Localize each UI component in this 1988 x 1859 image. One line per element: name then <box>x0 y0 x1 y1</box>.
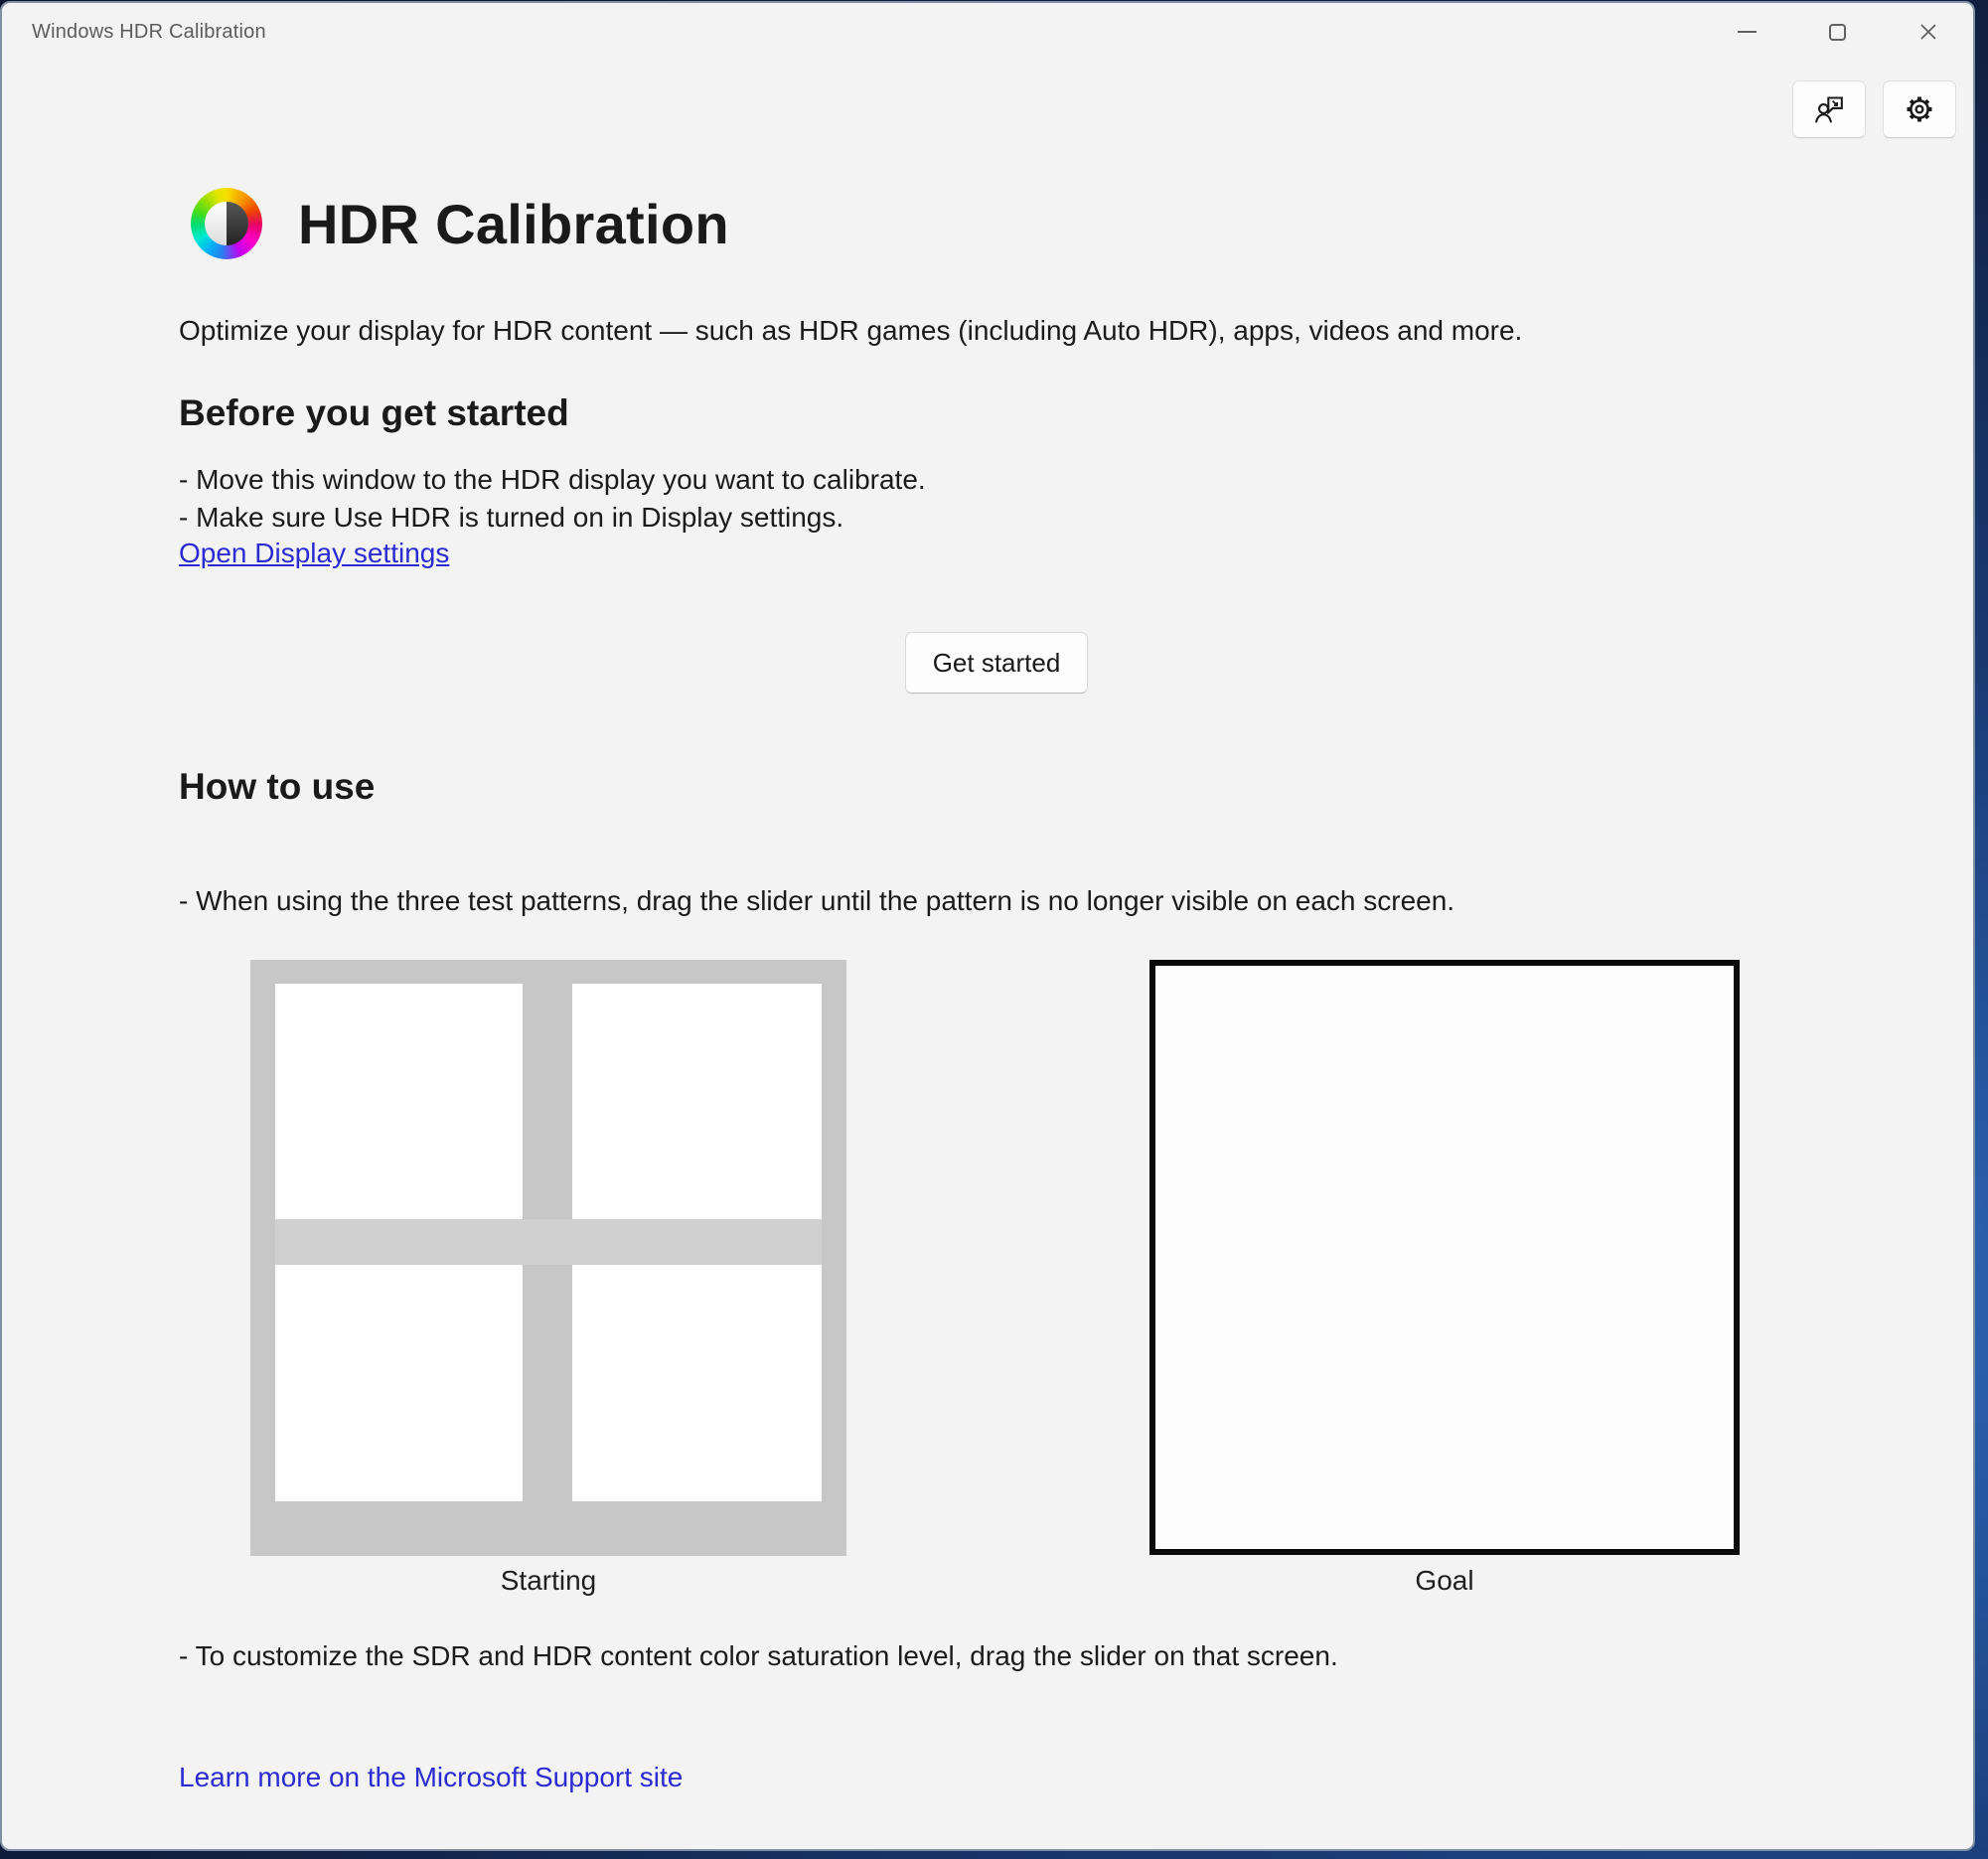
close-icon <box>1918 22 1938 42</box>
before-heading: Before you get started <box>179 392 569 434</box>
how-heading: How to use <box>179 766 375 808</box>
gear-icon <box>1903 92 1936 126</box>
get-started-button[interactable]: Get started <box>905 632 1088 694</box>
starting-label: Starting <box>250 1565 846 1597</box>
how-bullet-saturation: - To customize the SDR and HDR content c… <box>179 1640 1338 1672</box>
maximize-button[interactable] <box>1792 3 1883 61</box>
app-window: Windows HDR Calibration <box>0 1 1975 1851</box>
pattern-horizontal-band <box>275 1219 822 1265</box>
page-title: HDR Calibration <box>298 192 729 256</box>
pattern-quadrant <box>572 984 822 1219</box>
minimize-button[interactable] <box>1702 3 1792 61</box>
open-display-settings-link[interactable]: Open Display settings <box>179 538 449 569</box>
minimize-icon <box>1738 31 1757 33</box>
before-bullet-use-hdr: - Make sure Use HDR is turned on in Disp… <box>179 502 843 534</box>
pattern-quadrant <box>275 1265 523 1501</box>
titlebar: Windows HDR Calibration <box>2 3 1973 61</box>
intro-text: Optimize your display for HDR content — … <box>179 315 1522 347</box>
person-feedback-icon <box>1812 92 1846 126</box>
starting-pattern-image <box>250 960 846 1556</box>
pattern-quadrant <box>275 984 523 1219</box>
how-bullet-test-patterns: - When using the three test patterns, dr… <box>179 885 1454 917</box>
pattern-quadrant <box>572 1265 822 1501</box>
close-button[interactable] <box>1883 3 1973 61</box>
maximize-icon <box>1829 24 1846 41</box>
toolbar <box>1792 80 1956 138</box>
goal-label: Goal <box>1149 1565 1740 1597</box>
color-wheel-icon <box>191 188 262 259</box>
settings-button[interactable] <box>1883 80 1956 138</box>
before-bullet-move-window: - Move this window to the HDR display yo… <box>179 464 926 496</box>
goal-pattern-image <box>1149 960 1740 1555</box>
caption-controls <box>1702 3 1973 61</box>
window-title: Windows HDR Calibration <box>32 21 266 44</box>
learn-more-link[interactable]: Learn more on the Microsoft Support site <box>179 1762 683 1793</box>
app-header: HDR Calibration <box>191 188 729 259</box>
feedback-button[interactable] <box>1792 80 1866 138</box>
